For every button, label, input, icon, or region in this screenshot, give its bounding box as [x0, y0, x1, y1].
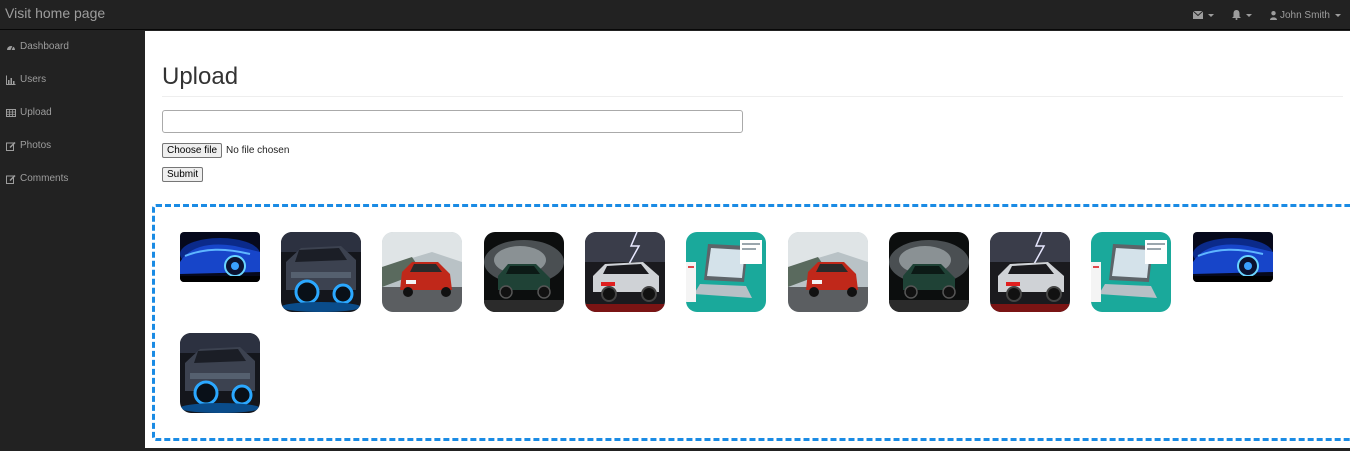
- red-bmw-car-image: [788, 232, 868, 312]
- gallery-image[interactable]: [180, 333, 260, 413]
- sidebar: Dashboard Users Upload Photos Comments: [0, 30, 145, 451]
- green-mustang-car-image: [889, 232, 969, 312]
- gallery-image[interactable]: [1091, 232, 1171, 312]
- sidebar-item-label: Upload: [20, 107, 52, 118]
- messages-dropdown[interactable]: [1184, 0, 1223, 30]
- gallery-image[interactable]: [788, 232, 868, 312]
- chevron-down-icon: [1245, 13, 1252, 17]
- blue-sports-car-image: [1193, 232, 1273, 282]
- green-mustang-car-image: [484, 232, 564, 312]
- title-input[interactable]: [162, 110, 743, 133]
- sidebar-item-comments[interactable]: Comments: [0, 162, 145, 195]
- gallery-image[interactable]: [585, 232, 665, 312]
- lightning-race-car-image: [990, 232, 1070, 312]
- alerts-dropdown[interactable]: [1223, 0, 1261, 30]
- sidebar-item-label: Comments: [20, 173, 69, 184]
- user-dropdown[interactable]: John Smith: [1261, 0, 1350, 30]
- top-navbar: Visit home page John Smith: [0, 0, 1350, 30]
- gallery-image[interactable]: [484, 232, 564, 312]
- table-icon: [6, 108, 16, 117]
- envelope-icon: [1192, 11, 1203, 19]
- file-status: No file chosen: [226, 145, 290, 156]
- gallery-image[interactable]: [889, 232, 969, 312]
- red-bmw-car-image: [382, 232, 462, 312]
- edit-icon: [6, 174, 16, 184]
- sidebar-item-photos[interactable]: Photos: [0, 129, 145, 162]
- gallery-image[interactable]: [1193, 232, 1273, 282]
- lightning-race-car-image: [585, 232, 665, 312]
- bell-icon: [1231, 10, 1241, 20]
- image-gallery-dropzone[interactable]: [152, 204, 1350, 441]
- gallery-image[interactable]: [281, 232, 361, 312]
- dark-muscle-car-image: [180, 333, 260, 413]
- user-name: John Smith: [1279, 9, 1330, 21]
- choose-file-button[interactable]: Choose file: [162, 143, 223, 158]
- blue-sports-car-image: [180, 232, 260, 282]
- main-content: Upload Choose file No file chosen Submit: [145, 31, 1350, 448]
- sidebar-item-users[interactable]: Users: [0, 63, 145, 96]
- user-icon: [1269, 10, 1277, 20]
- gallery-image[interactable]: [382, 232, 462, 312]
- gallery-image[interactable]: [990, 232, 1070, 312]
- gallery-image[interactable]: [180, 232, 260, 282]
- sidebar-item-dashboard[interactable]: Dashboard: [0, 30, 145, 63]
- sidebar-item-label: Photos: [20, 140, 52, 151]
- chevron-down-icon: [1335, 13, 1341, 17]
- file-picker: Choose file No file chosen: [162, 143, 289, 158]
- gallery-image[interactable]: [686, 232, 766, 312]
- bar-chart-icon: [6, 75, 16, 85]
- divider: [162, 96, 1343, 97]
- dark-muscle-car-image: [281, 232, 361, 312]
- submit-button[interactable]: Submit: [162, 167, 204, 182]
- laptop-illustration-image: [686, 232, 766, 312]
- laptop-illustration-image: [1091, 232, 1171, 312]
- home-link[interactable]: Visit home page: [5, 5, 105, 21]
- sidebar-item-label: Dashboard: [20, 41, 69, 52]
- top-nav-right: John Smith: [1184, 0, 1350, 30]
- sidebar-item-upload[interactable]: Upload: [0, 96, 145, 129]
- edit-icon: [6, 141, 16, 151]
- chevron-down-icon: [1207, 13, 1214, 17]
- page-title: Upload: [162, 63, 239, 90]
- dashboard-icon: [7, 45, 15, 50]
- sidebar-item-label: Users: [20, 74, 47, 85]
